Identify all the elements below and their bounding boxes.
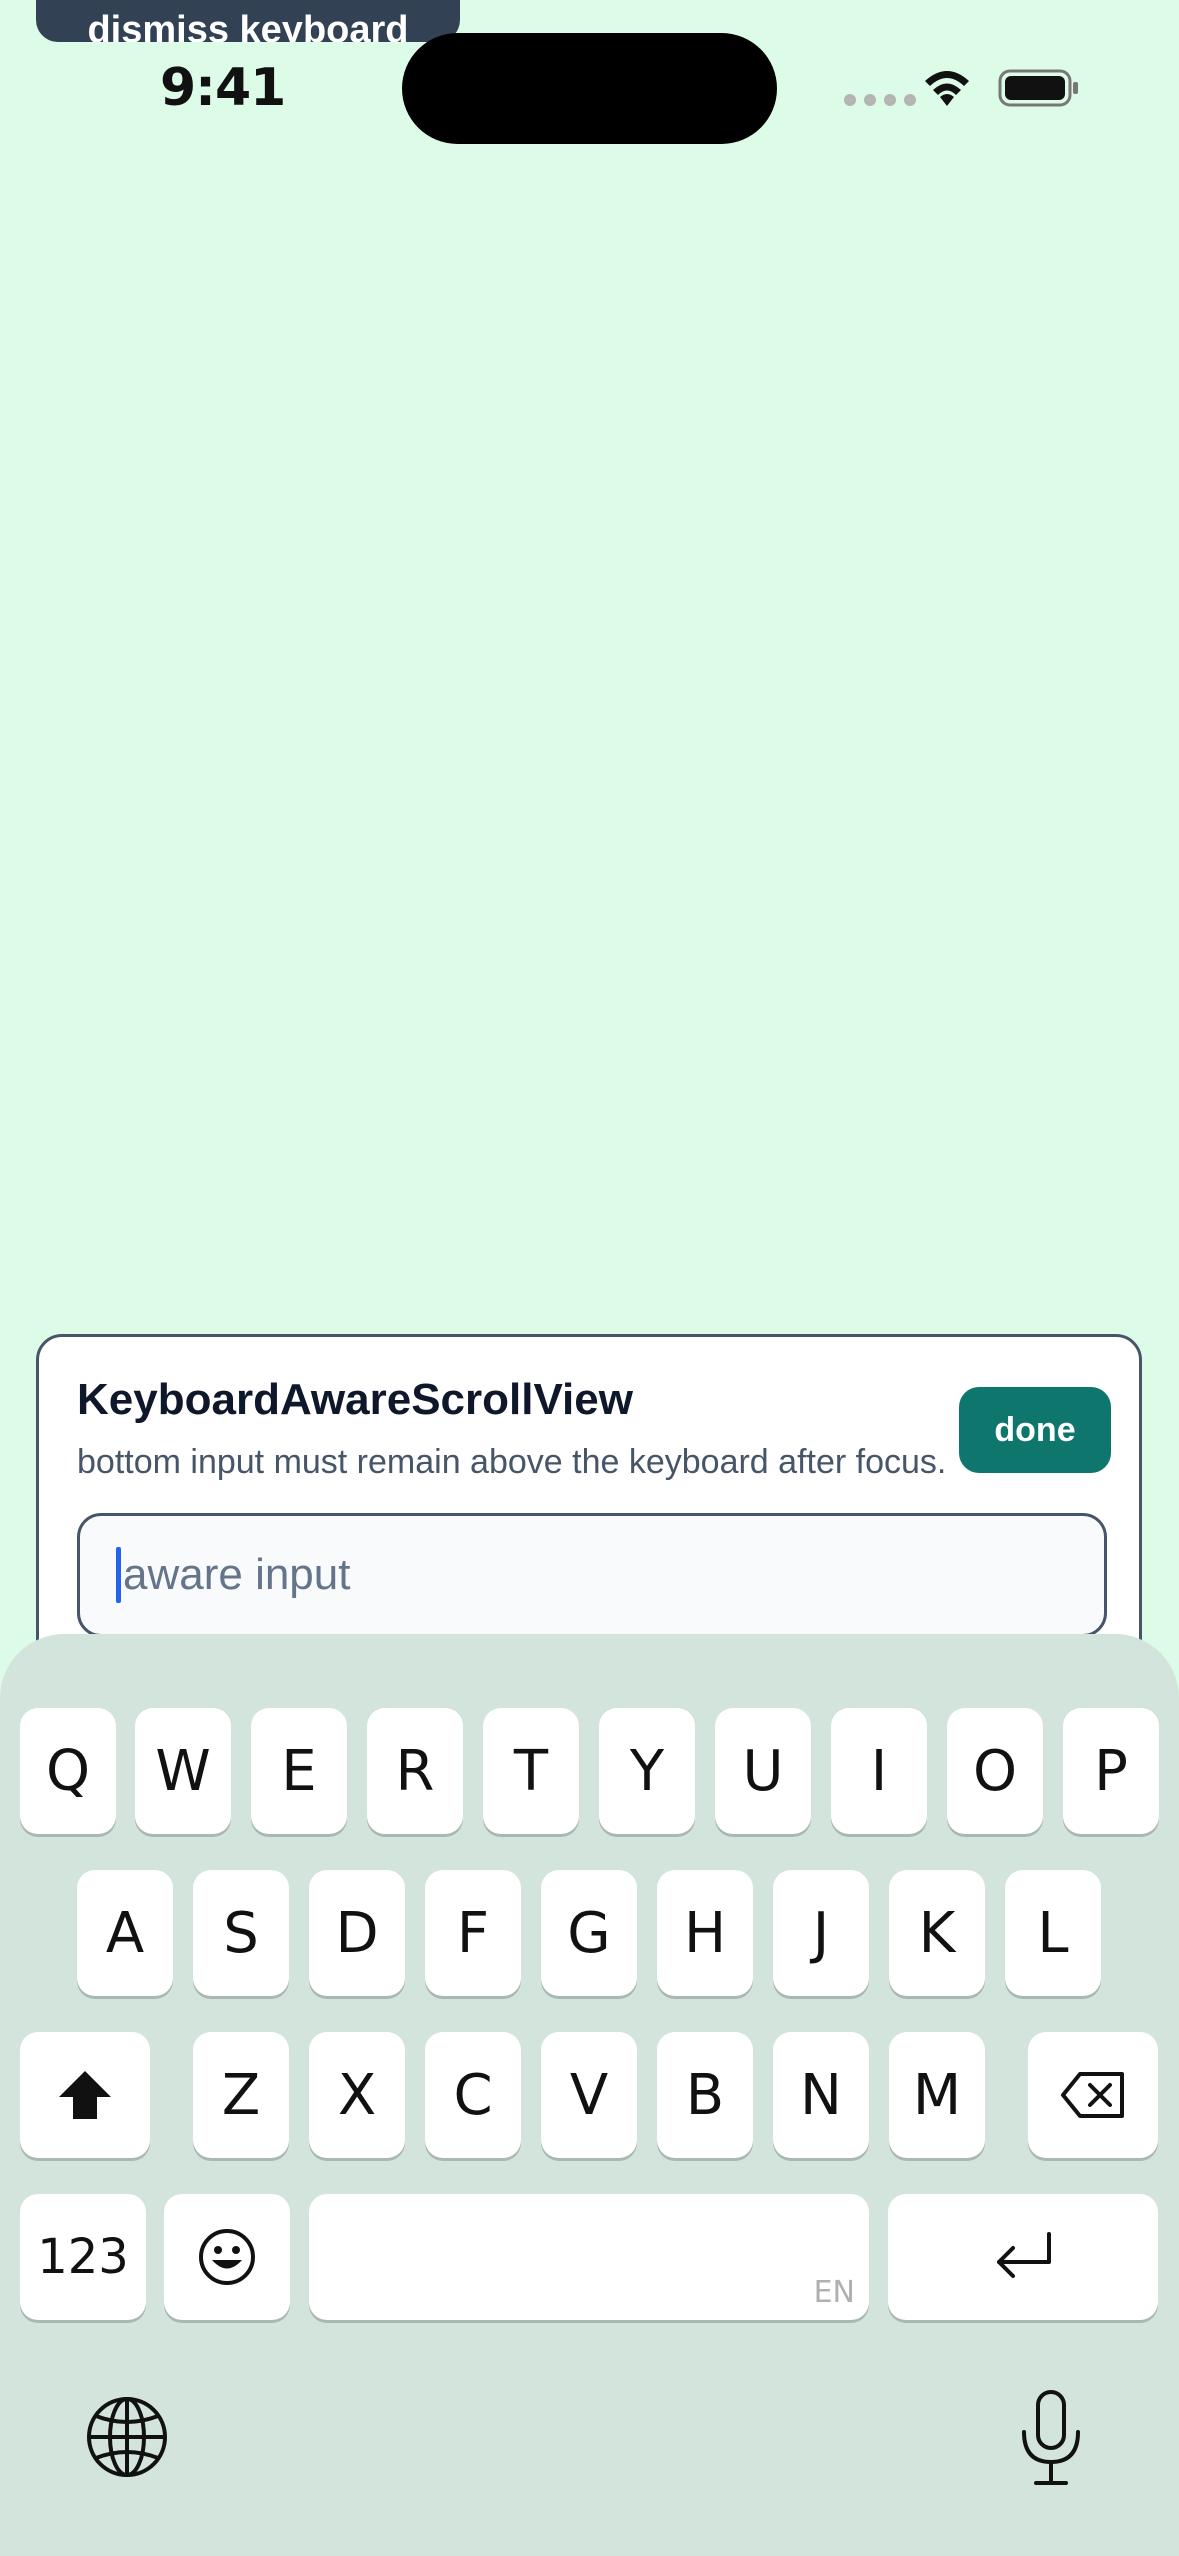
wifi-icon xyxy=(925,71,969,106)
key-v[interactable]: V xyxy=(541,2032,637,2158)
key-j[interactable]: J xyxy=(773,1870,869,1996)
emoji-key[interactable] xyxy=(164,2194,290,2320)
key-e[interactable]: E xyxy=(251,1708,347,1834)
key-z[interactable]: Z xyxy=(193,2032,289,2158)
key-q[interactable]: Q xyxy=(20,1708,116,1834)
key-r[interactable]: R xyxy=(367,1708,463,1834)
aware-input[interactable]: aware input xyxy=(77,1513,1107,1637)
shift-arrow-icon xyxy=(59,2071,111,2119)
key-i[interactable]: I xyxy=(831,1708,927,1834)
key-m[interactable]: M xyxy=(889,2032,985,2158)
key-b[interactable]: B xyxy=(657,2032,753,2158)
key-p[interactable]: P xyxy=(1063,1708,1159,1834)
dismiss-keyboard-button[interactable]: dismiss keyboard xyxy=(36,0,460,42)
keyboard-aware-card: KeyboardAwareScrollView bottom input mus… xyxy=(36,1334,1142,1674)
numbers-key[interactable]: 123 xyxy=(20,2194,146,2320)
key-a[interactable]: A xyxy=(77,1870,173,1996)
key-f[interactable]: F xyxy=(425,1870,521,1996)
globe-icon[interactable] xyxy=(84,2394,170,2480)
key-d[interactable]: D xyxy=(309,1870,405,1996)
backspace-icon xyxy=(1061,2072,1124,2118)
text-caret xyxy=(116,1547,121,1603)
key-s[interactable]: S xyxy=(193,1870,289,1996)
status-time: 9:41 xyxy=(160,58,286,118)
battery-icon xyxy=(998,69,1078,107)
emoji-icon xyxy=(199,2229,255,2285)
aware-input-placeholder: aware input xyxy=(123,1550,351,1599)
dynamic-island xyxy=(402,33,777,144)
key-t[interactable]: T xyxy=(483,1708,579,1834)
key-c[interactable]: C xyxy=(425,2032,521,2158)
backspace-key[interactable] xyxy=(1028,2032,1158,2158)
microphone-icon[interactable] xyxy=(1016,2388,1086,2488)
key-l[interactable]: L xyxy=(1005,1870,1101,1996)
space-language-label: EN xyxy=(813,2275,855,2310)
key-o[interactable]: O xyxy=(947,1708,1043,1834)
return-key[interactable] xyxy=(888,2194,1158,2320)
key-h[interactable]: H xyxy=(657,1870,753,1996)
cellular-signal-icon xyxy=(844,94,916,106)
card-subtitle: bottom input must remain above the keybo… xyxy=(77,1443,947,1481)
key-y[interactable]: Y xyxy=(599,1708,695,1834)
shift-key[interactable] xyxy=(20,2032,150,2158)
space-key[interactable]: EN xyxy=(309,2194,869,2320)
card-title: KeyboardAwareScrollView xyxy=(77,1375,633,1424)
done-button[interactable]: done xyxy=(959,1387,1111,1473)
key-x[interactable]: X xyxy=(309,2032,405,2158)
key-u[interactable]: U xyxy=(715,1708,811,1834)
return-icon xyxy=(997,2232,1051,2278)
key-k[interactable]: K xyxy=(889,1870,985,1996)
key-w[interactable]: W xyxy=(135,1708,231,1834)
key-g[interactable]: G xyxy=(541,1870,637,1996)
key-n[interactable]: N xyxy=(773,2032,869,2158)
dismiss-keyboard-label: dismiss keyboard xyxy=(87,9,409,42)
